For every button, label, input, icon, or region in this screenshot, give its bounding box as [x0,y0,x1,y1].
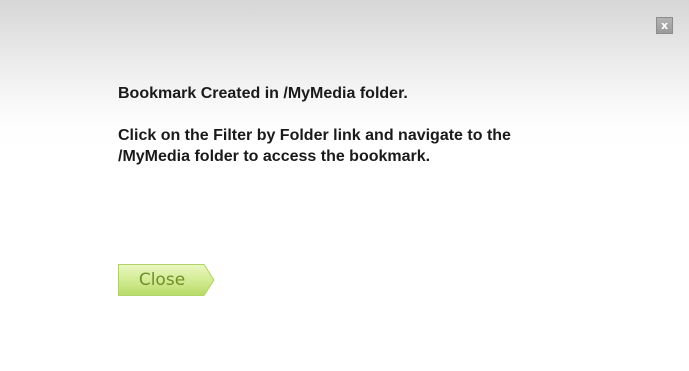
dialog-message: Bookmark Created in /MyMedia folder. Cli… [118,83,578,167]
close-icon[interactable]: x [656,17,673,34]
message-body: Click on the Filter by Folder link and n… [118,127,511,165]
message-headline: Bookmark Created in /MyMedia folder. [118,85,408,102]
close-button-label: Close [138,270,186,290]
bookmark-dialog: x Bookmark Created in /MyMedia folder. C… [0,0,689,371]
close-button[interactable]: Close [118,264,215,296]
